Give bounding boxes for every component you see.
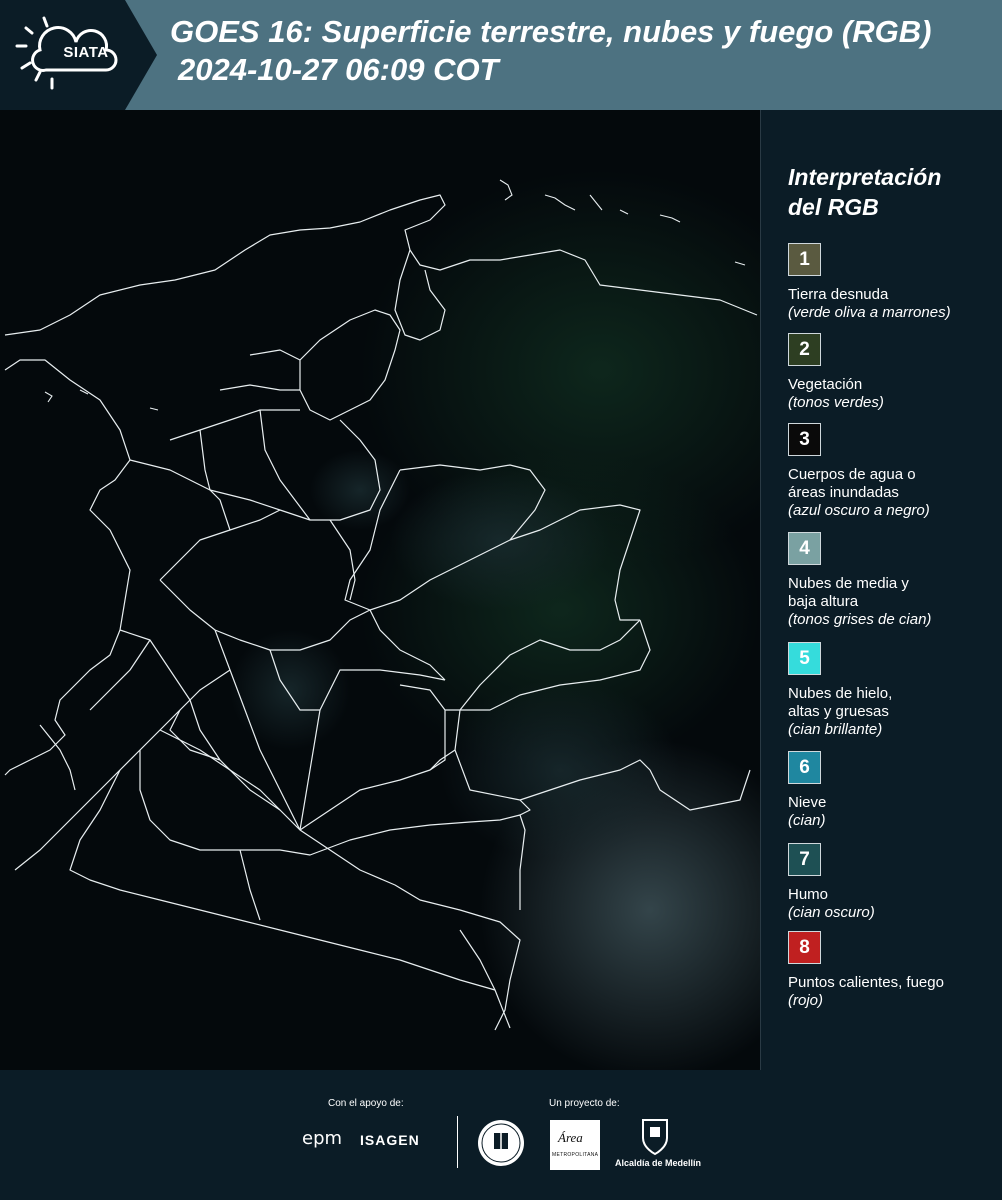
- legend-item-low-clouds: 4 Nubes de media y baja altura (tonos gr…: [788, 532, 998, 629]
- page-subtitle: 2024-10-27 06:09 COT: [178, 52, 499, 87]
- footer: Con el apoyo de: Un proyecto de: epm ISA…: [0, 1070, 1002, 1200]
- legend-item-fire: 8 Puntos calientes, fuego (rojo): [788, 931, 998, 1010]
- page-title: GOES 16: Superficie terrestre, nubes y f…: [170, 14, 932, 49]
- legend-desc-5: (cian brillante): [788, 721, 883, 738]
- isagen-logo: ISAGEN: [360, 1132, 420, 1148]
- legend-item-snow: 6 Nieve (cian): [788, 751, 998, 830]
- legend-desc-8: (rojo): [788, 992, 824, 1009]
- legend-desc-1: (verde oliva a marrones): [788, 304, 951, 321]
- legend-label-5b: altas y gruesas: [788, 703, 889, 720]
- legend-item-bare-soil: 1 Tierra desnuda (verde oliva a marrones…: [788, 243, 998, 322]
- area-logo-word: Área: [558, 1130, 583, 1145]
- legend-desc-6: (cian): [788, 812, 826, 829]
- legend-label-4a: Nubes de media y: [788, 575, 909, 592]
- project-label: Un proyecto de:: [549, 1098, 620, 1109]
- legend-desc-2: (tonos verdes): [788, 394, 884, 411]
- legend-label-3a: Cuerpos de agua o: [788, 466, 916, 483]
- legend-label-6: Nieve: [788, 794, 827, 811]
- legend-swatch-3: 3: [788, 423, 821, 456]
- legend-swatch-8: 8: [788, 931, 821, 964]
- medellin-shield-icon: [642, 1119, 668, 1156]
- epm-logo: epm: [302, 1128, 343, 1149]
- legend-desc-4: (tonos grises de cian): [788, 611, 932, 628]
- legend-label-4b: baja altura: [788, 593, 859, 610]
- legend-item-vegetation: 2 Vegetación (tonos verdes): [788, 333, 998, 412]
- support-label: Con el apoyo de:: [328, 1098, 404, 1109]
- rgb-legend: Interpretación del RGB 1 Tierra desnuda …: [774, 110, 1002, 1070]
- legend-swatch-7: 7: [788, 843, 821, 876]
- university-seal-icon: [478, 1120, 524, 1166]
- legend-item-ice-clouds: 5 Nubes de hielo, altas y gruesas (cian …: [788, 642, 998, 739]
- legend-label-5a: Nubes de hielo,: [788, 685, 893, 702]
- legend-label-1: Tierra desnuda: [788, 286, 889, 303]
- legend-desc-7: (cian oscuro): [788, 904, 875, 921]
- area-metropolitana-logo: Área METROPOLITANA: [550, 1120, 600, 1170]
- legend-desc-3: (azul oscuro a negro): [788, 502, 930, 519]
- legend-swatch-5: 5: [788, 642, 821, 675]
- footer-divider: [457, 1116, 458, 1168]
- legend-title-line2: del RGB: [788, 194, 879, 220]
- legend-swatch-6: 6: [788, 751, 821, 784]
- legend-label-2: Vegetación: [788, 376, 863, 393]
- legend-label-8: Puntos calientes, fuego: [788, 974, 944, 991]
- legend-swatch-1: 1: [788, 243, 821, 276]
- medellin-label: Alcaldía de Medellín: [615, 1158, 702, 1168]
- legend-item-water: 3 Cuerpos de agua o áreas inundadas (azu…: [788, 423, 998, 520]
- legend-swatch-2: 2: [788, 333, 821, 366]
- map-image: [0, 110, 760, 1070]
- logo-text: SIATA: [63, 44, 109, 61]
- header: SIATA GOES 16: Superficie terrestre, nub…: [0, 0, 1002, 110]
- legend-title-line1: Interpretación: [788, 164, 942, 190]
- legend-swatch-4: 4: [788, 532, 821, 565]
- legend-label-7: Humo: [788, 886, 829, 903]
- legend-item-smoke: 7 Humo (cian oscuro): [788, 843, 998, 922]
- area-logo-sub: METROPOLITANA: [552, 1152, 599, 1158]
- legend-title: Interpretación del RGB: [788, 162, 998, 222]
- siata-logo: SIATA: [0, 0, 160, 110]
- satellite-map: [0, 110, 761, 1070]
- legend-label-3b: áreas inundadas: [788, 484, 899, 501]
